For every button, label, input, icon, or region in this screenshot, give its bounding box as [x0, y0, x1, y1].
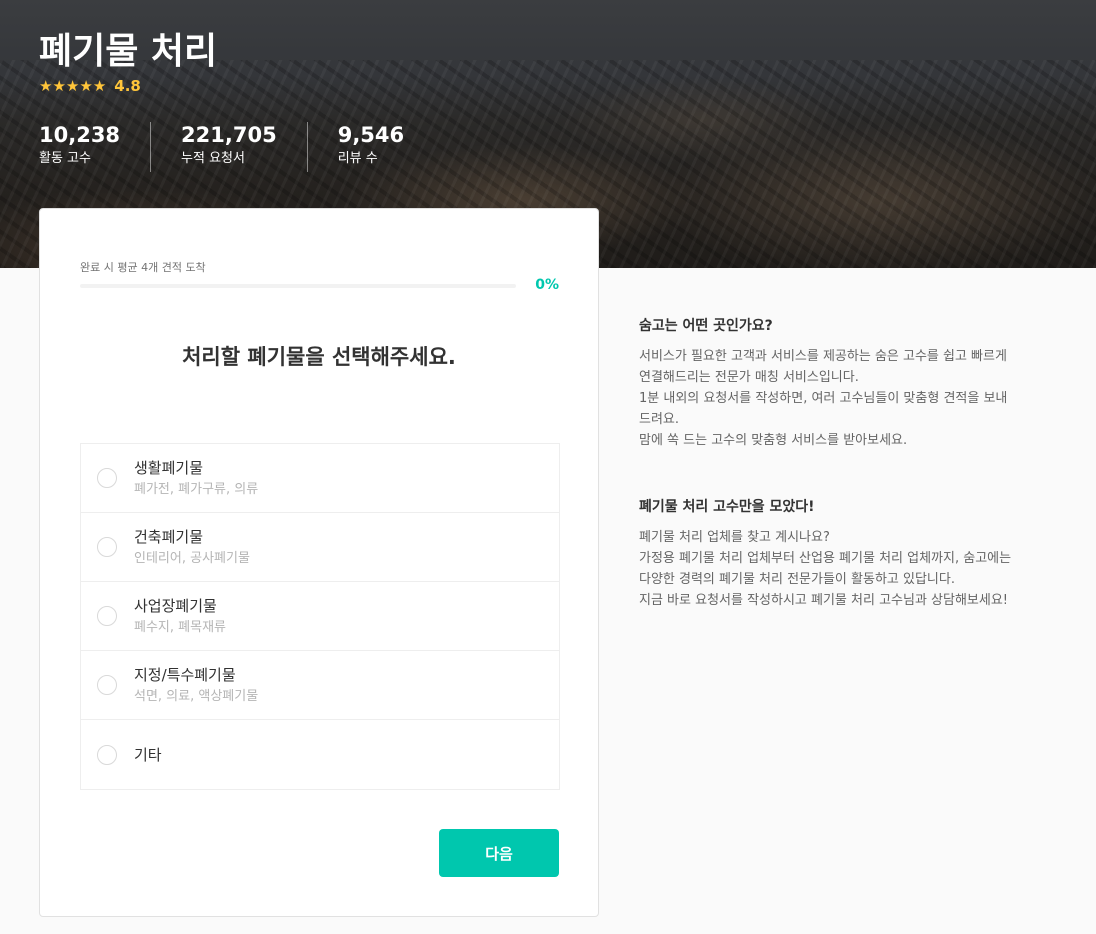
progress-caption: 완료 시 평균 4개 견적 도착 [80, 261, 206, 274]
option-description: 석면, 의료, 액상폐기물 [134, 688, 259, 704]
waste-type-options: 생활폐기물 폐가전, 폐가구류, 의류 건축폐기물 인테리어, 공사폐기물 사업… [80, 443, 560, 790]
stat-active-pros: 10,238 활동 고수 [39, 122, 120, 172]
stat-label: 활동 고수 [39, 151, 91, 166]
progress-percent: 0% [535, 277, 559, 293]
radio-unchecked-icon[interactable] [97, 537, 117, 557]
option-label: 생활폐기물 [134, 458, 204, 477]
progress-bar [80, 284, 516, 288]
option-description: 폐가전, 폐가구류, 의류 [134, 481, 259, 497]
option-special-waste[interactable]: 지정/특수폐기물 석면, 의료, 액상폐기물 [81, 651, 559, 720]
question-title: 처리할 폐기물을 선택해주세요. [182, 345, 456, 369]
option-other[interactable]: 기타 [81, 720, 559, 789]
option-description: 폐수지, 폐목재류 [134, 619, 226, 635]
pros-body: 폐기물 처리 업체를 찾고 계시나요? 가정용 폐기물 처리 업체부터 산업용 … [639, 530, 1012, 608]
option-label: 기타 [134, 745, 162, 764]
star-icon: ★ [65, 77, 80, 95]
stats-row: 10,238 활동 고수 221,705 누적 요청서 9,546 리뷰 수 [39, 122, 404, 172]
option-label: 사업장폐기물 [134, 596, 217, 615]
page-title: 폐기물 처리 [39, 31, 218, 72]
option-description: 인테리어, 공사폐기물 [134, 550, 250, 566]
about-body: 서비스가 필요한 고객과 서비스를 제공하는 숨은 고수를 쉽고 빠르게 연결해… [639, 349, 1008, 448]
stat-total-requests: 221,705 누적 요청서 [181, 122, 277, 172]
request-form-card: 완료 시 평균 4개 견적 도착 0% 처리할 폐기물을 선택해주세요. 생활폐… [39, 208, 599, 917]
rating-value: 4.8 [114, 77, 141, 95]
option-construction-waste[interactable]: 건축폐기물 인테리어, 공사폐기물 [81, 513, 559, 582]
about-title: 숨고는 어떤 곳인가요? [639, 318, 773, 334]
radio-unchecked-icon[interactable] [97, 606, 117, 626]
star-icon: ★ [92, 77, 107, 95]
stat-divider [150, 122, 152, 172]
radio-unchecked-icon[interactable] [97, 468, 117, 488]
stat-label: 누적 요청서 [181, 151, 245, 166]
radio-unchecked-icon[interactable] [97, 744, 117, 765]
option-label: 건축폐기물 [134, 527, 204, 546]
pros-title: 폐기물 처리 고수만을 모았다! [639, 499, 815, 515]
rating: ★ ★ ★ ★ ★ 4.8 [39, 77, 141, 95]
about-section: 숨고는 어떤 곳인가요? 서비스가 필요한 고객과 서비스를 제공하는 숨은 고… [639, 316, 1019, 451]
option-label: 지정/특수폐기물 [134, 665, 236, 684]
radio-unchecked-icon[interactable] [97, 675, 117, 695]
pros-section: 폐기물 처리 고수만을 모았다! 폐기물 처리 업체를 찾고 계시나요? 가정용… [639, 497, 1019, 611]
star-icon: ★ [39, 77, 53, 95]
stat-value: 10,238 [39, 123, 121, 147]
stat-label: 리뷰 수 [337, 151, 378, 166]
star-icon: ★ [79, 77, 93, 95]
star-icon: ★ [52, 77, 66, 95]
option-household-waste[interactable]: 생활폐기물 폐가전, 폐가구류, 의류 [81, 444, 559, 513]
next-button[interactable]: 다음 [439, 829, 559, 877]
stat-review-count: 9,546 리뷰 수 [338, 122, 404, 172]
stat-value: 221,705 [181, 123, 277, 147]
option-business-waste[interactable]: 사업장폐기물 폐수지, 폐목재류 [81, 582, 559, 651]
stat-divider [306, 122, 308, 172]
stat-value: 9,546 [337, 123, 405, 147]
